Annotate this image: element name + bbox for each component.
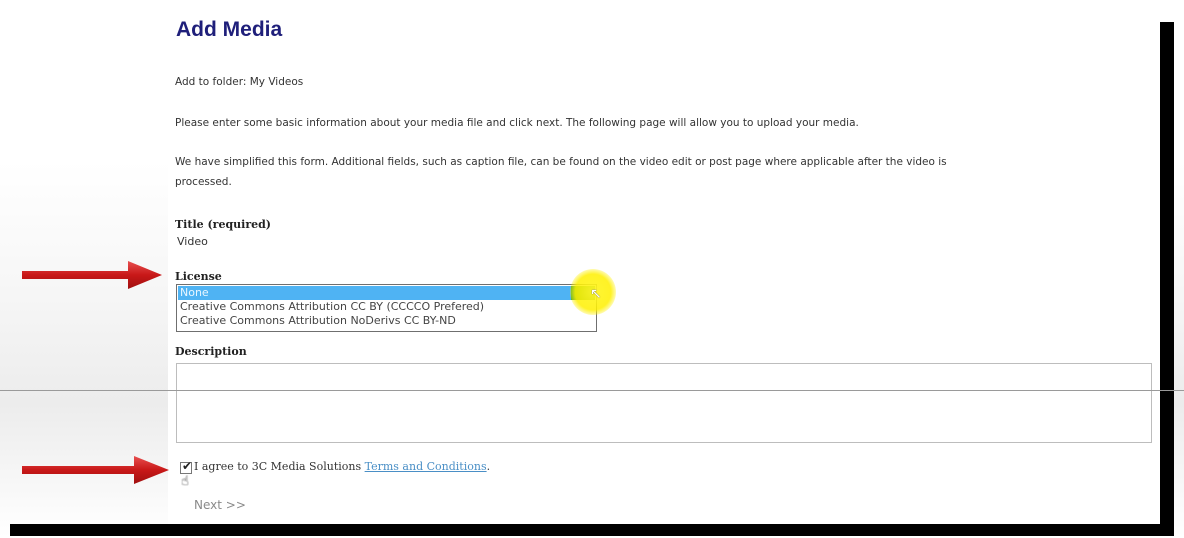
license-option-none[interactable]: None [178, 286, 595, 300]
add-media-panel: Add Media Add to folder: My Videos Pleas… [168, 8, 1160, 524]
agree-label-suffix: . [486, 460, 491, 473]
intro-text: Please enter some basic information abou… [175, 117, 859, 129]
mouse-cursor-icon: ☝ [181, 474, 189, 489]
page-title: Add Media [176, 18, 283, 41]
red-arrow-icon-license [22, 261, 162, 289]
simplified-note-line-2: processed. [175, 176, 232, 188]
checkmark-icon: ✔ [182, 459, 193, 473]
agree-label: I agree to 3C Media Solutions Terms and … [194, 460, 490, 473]
panel-shadow-right [1160, 22, 1174, 536]
simplified-note-line-1: We have simplified this form. Additional… [175, 156, 947, 168]
license-option-cc-by-nd[interactable]: Creative Commons Attribution NoDerivs CC… [178, 314, 595, 328]
red-arrow-icon-agree [22, 456, 169, 484]
license-select[interactable]: None Creative Commons Attribution CC BY … [176, 284, 597, 332]
panel-shadow-bottom [10, 524, 1174, 536]
screenshot-stage: Add Media Add to folder: My Videos Pleas… [0, 0, 1184, 538]
agree-label-text: I agree to 3C Media Solutions [194, 460, 365, 473]
title-field-label: Title (required) [175, 218, 272, 231]
horizontal-divider [0, 390, 1184, 391]
mouse-pointer-icon: ↖ [590, 286, 602, 302]
description-textarea[interactable] [176, 363, 1152, 443]
next-button[interactable]: Next >> [194, 498, 246, 512]
title-field-value[interactable]: Video [177, 235, 208, 248]
agree-checkbox[interactable]: ✔ [180, 459, 193, 474]
license-field-label: License [175, 270, 222, 283]
terms-and-conditions-link[interactable]: Terms and Conditions [365, 460, 487, 473]
folder-line: Add to folder: My Videos [175, 76, 304, 88]
license-option-cc-by[interactable]: Creative Commons Attribution CC BY (CCCC… [178, 300, 595, 314]
description-field-label: Description [175, 345, 247, 358]
